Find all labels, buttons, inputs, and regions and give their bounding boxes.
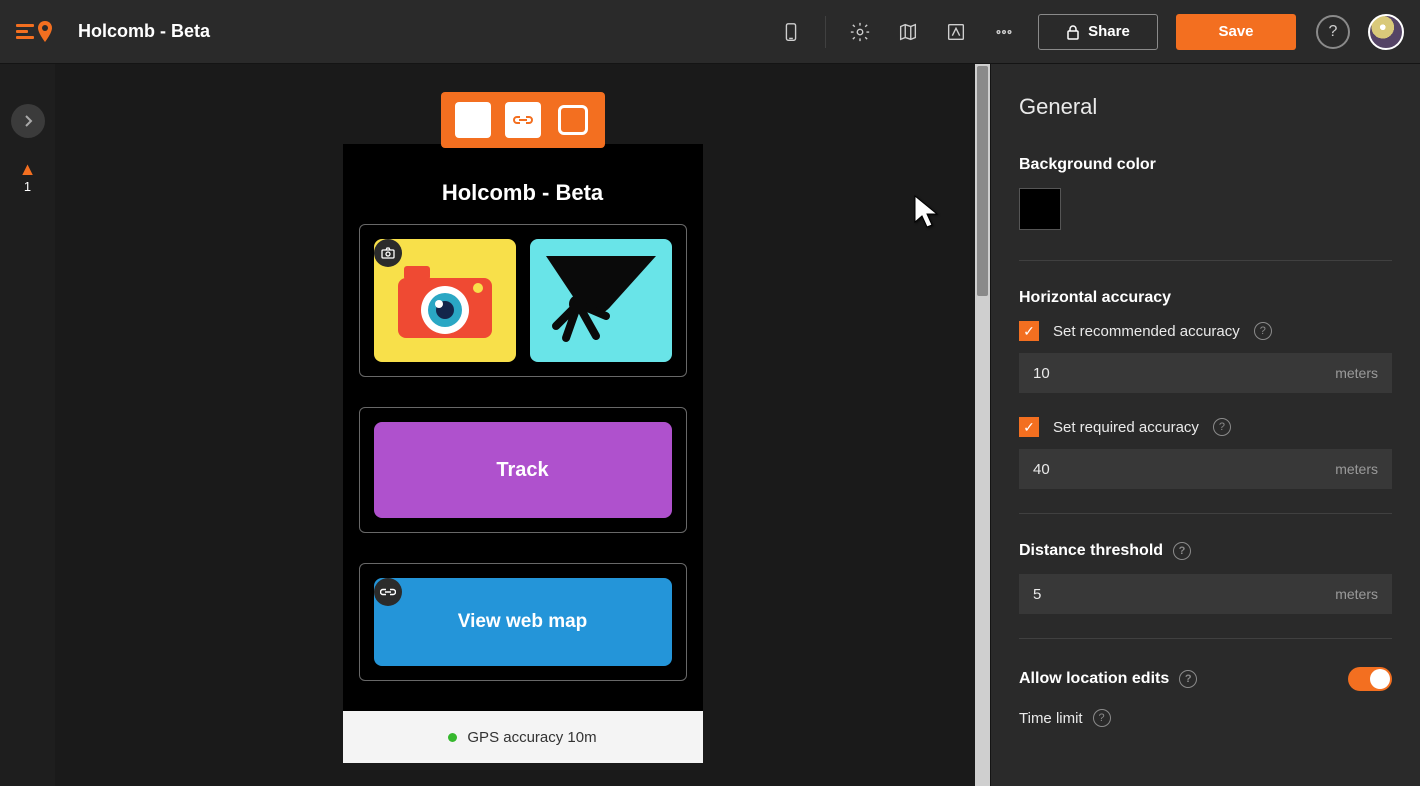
map-icon[interactable] bbox=[888, 12, 928, 52]
gear-icon[interactable] bbox=[840, 12, 880, 52]
chevron-right-icon bbox=[23, 115, 33, 127]
link-badge-icon bbox=[374, 578, 402, 606]
webmap-block[interactable]: View web map bbox=[359, 563, 687, 681]
save-button[interactable]: Save bbox=[1176, 14, 1296, 50]
more-icon[interactable] bbox=[984, 12, 1024, 52]
scrollbar-thumb[interactable] bbox=[977, 66, 988, 296]
share-button[interactable]: Share bbox=[1038, 14, 1158, 50]
climber-card[interactable] bbox=[530, 239, 672, 362]
horizontal-accuracy-label: Horizontal accuracy bbox=[1019, 289, 1392, 307]
allow-location-edits-toggle[interactable] bbox=[1348, 667, 1392, 691]
warning-icon: ▲ bbox=[19, 160, 37, 178]
track-block[interactable]: Track bbox=[359, 407, 687, 533]
expand-rail-button[interactable] bbox=[11, 104, 45, 138]
mouse-cursor bbox=[913, 194, 941, 235]
properties-panel: General Background color Horizontal accu… bbox=[990, 64, 1420, 786]
recommended-accuracy-checkbox[interactable]: ✓ bbox=[1019, 321, 1039, 341]
divider bbox=[1019, 513, 1392, 514]
bg-color-label: Background color bbox=[1019, 156, 1392, 174]
design-canvas[interactable]: Holcomb - Beta bbox=[55, 64, 990, 786]
info-icon[interactable]: ? bbox=[1179, 670, 1197, 688]
view-webmap-button[interactable]: View web map bbox=[374, 578, 672, 666]
phone-preview: Holcomb - Beta bbox=[343, 144, 703, 763]
distance-threshold-field[interactable]: 5 meters bbox=[1019, 574, 1392, 614]
required-accuracy-field[interactable]: 40 meters bbox=[1019, 449, 1392, 489]
app-logo[interactable] bbox=[16, 20, 54, 44]
annotate-icon[interactable] bbox=[936, 12, 976, 52]
element-toolbar bbox=[441, 92, 605, 148]
top-bar: Holcomb - Beta Share Save ? bbox=[0, 0, 1420, 64]
distance-threshold-label: Distance threshold ? bbox=[1019, 542, 1392, 560]
canvas-scrollbar[interactable] bbox=[975, 64, 990, 786]
camera-icon bbox=[390, 256, 500, 346]
panel-heading: General bbox=[1019, 94, 1392, 120]
tool-link[interactable] bbox=[505, 102, 541, 138]
bg-color-swatch[interactable] bbox=[1019, 188, 1061, 230]
gps-status-text: GPS accuracy 10m bbox=[467, 729, 596, 746]
avatar[interactable] bbox=[1368, 14, 1404, 50]
pin-icon bbox=[36, 20, 54, 44]
allow-location-edits-label: Allow location edits ? bbox=[1019, 670, 1197, 688]
warning-count: 1 bbox=[19, 180, 37, 193]
gps-status-dot-icon bbox=[448, 733, 457, 742]
tool-block[interactable] bbox=[455, 102, 491, 138]
climber-icon bbox=[536, 246, 666, 356]
info-icon[interactable]: ? bbox=[1173, 542, 1191, 560]
gps-status-bar: GPS accuracy 10m bbox=[343, 711, 703, 763]
required-accuracy-label: Set required accuracy bbox=[1053, 419, 1199, 436]
track-button[interactable]: Track bbox=[374, 422, 672, 518]
required-accuracy-checkbox[interactable]: ✓ bbox=[1019, 417, 1039, 437]
info-icon[interactable]: ? bbox=[1093, 709, 1111, 727]
tool-container[interactable] bbox=[555, 102, 591, 138]
top-icon-group bbox=[771, 12, 1024, 52]
help-button[interactable]: ? bbox=[1316, 15, 1350, 49]
time-limit-label: Time limit ? bbox=[1019, 709, 1392, 727]
divider bbox=[1019, 638, 1392, 639]
lock-icon bbox=[1066, 24, 1080, 40]
media-block[interactable] bbox=[359, 224, 687, 377]
app-title: Holcomb - Beta bbox=[359, 180, 687, 206]
info-icon[interactable]: ? bbox=[1213, 418, 1231, 436]
divider bbox=[1019, 260, 1392, 261]
camera-badge-icon bbox=[374, 239, 402, 267]
info-icon[interactable]: ? bbox=[1254, 322, 1272, 340]
left-rail: ▲ 1 bbox=[0, 64, 55, 786]
recommended-accuracy-field[interactable]: 10 meters bbox=[1019, 353, 1392, 393]
warnings-indicator[interactable]: ▲ 1 bbox=[19, 160, 37, 193]
project-title: Holcomb - Beta bbox=[78, 21, 210, 42]
recommended-accuracy-label: Set recommended accuracy bbox=[1053, 323, 1240, 340]
device-preview-icon[interactable] bbox=[771, 12, 811, 52]
